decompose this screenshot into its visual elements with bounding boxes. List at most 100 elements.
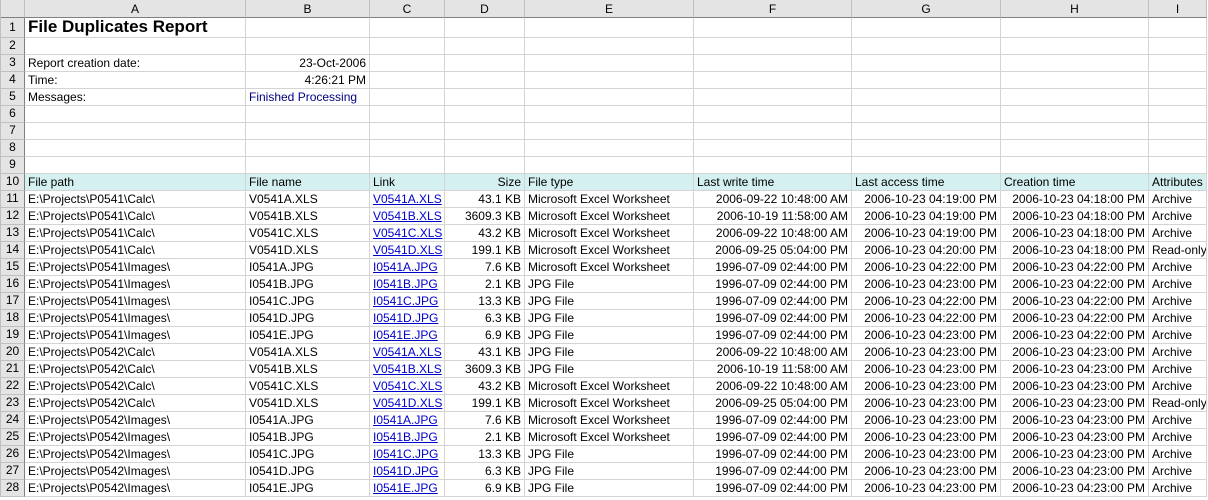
cell-8-F[interactable] [694, 140, 852, 157]
file-link[interactable]: V0541C.XLS [373, 379, 442, 393]
cell-4-C[interactable] [370, 72, 445, 89]
cell-1-H[interactable] [1001, 18, 1149, 38]
cell-7-D[interactable] [445, 123, 525, 140]
cell-7-H[interactable] [1001, 123, 1149, 140]
column-header-C[interactable]: C [370, 0, 445, 18]
cell-9-I[interactable] [1149, 157, 1207, 174]
column-header-B[interactable]: B [246, 0, 370, 18]
file-link[interactable]: I0541A.JPG [373, 260, 438, 274]
column-header-D[interactable]: D [445, 0, 525, 18]
cell-6-I[interactable] [1149, 106, 1207, 123]
file-link[interactable]: I0541D.JPG [373, 464, 438, 478]
row-header-22[interactable]: 22 [1, 378, 25, 395]
cell-8-C[interactable] [370, 140, 445, 157]
cell-5-F[interactable] [694, 89, 852, 106]
row-header-6[interactable]: 6 [1, 106, 25, 123]
row-header-10[interactable]: 10 [1, 174, 25, 191]
row-header-9[interactable]: 9 [1, 157, 25, 174]
row-header-4[interactable]: 4 [1, 72, 25, 89]
file-link[interactable]: V0541B.XLS [373, 362, 442, 376]
file-link[interactable]: I0541B.JPG [373, 430, 438, 444]
cell-2-C[interactable] [370, 38, 445, 55]
cell-6-C[interactable] [370, 106, 445, 123]
cell-7-C[interactable] [370, 123, 445, 140]
cell-2-A[interactable] [25, 38, 246, 55]
cell-8-D[interactable] [445, 140, 525, 157]
cell-4-F[interactable] [694, 72, 852, 89]
file-link[interactable]: V0541A.XLS [373, 345, 442, 359]
file-link[interactable]: V0541A.XLS [373, 192, 442, 206]
select-all-corner[interactable] [1, 0, 25, 18]
column-header-G[interactable]: G [852, 0, 1001, 18]
cell-8-A[interactable] [25, 140, 246, 157]
cell-5-H[interactable] [1001, 89, 1149, 106]
row-header-14[interactable]: 14 [1, 242, 25, 259]
cell-1-C[interactable] [370, 18, 445, 38]
cell-6-B[interactable] [246, 106, 370, 123]
row-header-26[interactable]: 26 [1, 446, 25, 463]
cell-9-B[interactable] [246, 157, 370, 174]
cell-2-B[interactable] [246, 38, 370, 55]
row-header-13[interactable]: 13 [1, 225, 25, 242]
cell-2-G[interactable] [852, 38, 1001, 55]
cell-7-G[interactable] [852, 123, 1001, 140]
cell-3-G[interactable] [852, 55, 1001, 72]
cell-6-F[interactable] [694, 106, 852, 123]
cell-4-D[interactable] [445, 72, 525, 89]
cell-8-E[interactable] [525, 140, 694, 157]
cell-6-A[interactable] [25, 106, 246, 123]
cell-9-D[interactable] [445, 157, 525, 174]
cell-1-I[interactable] [1149, 18, 1207, 38]
cell-5-D[interactable] [445, 89, 525, 106]
cell-3-H[interactable] [1001, 55, 1149, 72]
row-header-5[interactable]: 5 [1, 89, 25, 106]
column-header-E[interactable]: E [525, 0, 694, 18]
file-link[interactable]: I0541B.JPG [373, 277, 438, 291]
cell-8-I[interactable] [1149, 140, 1207, 157]
cell-6-G[interactable] [852, 106, 1001, 123]
cell-9-H[interactable] [1001, 157, 1149, 174]
row-header-7[interactable]: 7 [1, 123, 25, 140]
cell-2-H[interactable] [1001, 38, 1149, 55]
cell-7-B[interactable] [246, 123, 370, 140]
cell-7-F[interactable] [694, 123, 852, 140]
cell-6-D[interactable] [445, 106, 525, 123]
file-link[interactable]: V0541B.XLS [373, 209, 442, 223]
cell-8-H[interactable] [1001, 140, 1149, 157]
cell-5-E[interactable] [525, 89, 694, 106]
file-link[interactable]: I0541E.JPG [373, 481, 438, 495]
cell-2-F[interactable] [694, 38, 852, 55]
cell-3-F[interactable] [694, 55, 852, 72]
cell-5-C[interactable] [370, 89, 445, 106]
cell-3-E[interactable] [525, 55, 694, 72]
cell-9-G[interactable] [852, 157, 1001, 174]
cell-4-H[interactable] [1001, 72, 1149, 89]
cell-5-I[interactable] [1149, 89, 1207, 106]
row-header-12[interactable]: 12 [1, 208, 25, 225]
cell-1-D[interactable] [445, 18, 525, 38]
cell-4-G[interactable] [852, 72, 1001, 89]
row-header-1[interactable]: 1 [1, 18, 25, 38]
row-header-16[interactable]: 16 [1, 276, 25, 293]
row-header-19[interactable]: 19 [1, 327, 25, 344]
row-header-15[interactable]: 15 [1, 259, 25, 276]
spreadsheet-grid[interactable]: ABCDEFGHI1File Duplicates Report23Report… [0, 0, 1208, 497]
cell-1-B[interactable] [246, 18, 370, 38]
row-header-17[interactable]: 17 [1, 293, 25, 310]
cell-8-B[interactable] [246, 140, 370, 157]
row-header-21[interactable]: 21 [1, 361, 25, 378]
cell-5-G[interactable] [852, 89, 1001, 106]
column-header-H[interactable]: H [1001, 0, 1149, 18]
cell-9-A[interactable] [25, 157, 246, 174]
cell-2-I[interactable] [1149, 38, 1207, 55]
cell-8-G[interactable] [852, 140, 1001, 157]
column-header-I[interactable]: I [1149, 0, 1207, 18]
cell-3-I[interactable] [1149, 55, 1207, 72]
file-link[interactable]: I0541A.JPG [373, 413, 438, 427]
cell-1-E[interactable] [525, 18, 694, 38]
cell-9-F[interactable] [694, 157, 852, 174]
cell-4-I[interactable] [1149, 72, 1207, 89]
cell-9-E[interactable] [525, 157, 694, 174]
cell-4-E[interactable] [525, 72, 694, 89]
cell-2-D[interactable] [445, 38, 525, 55]
